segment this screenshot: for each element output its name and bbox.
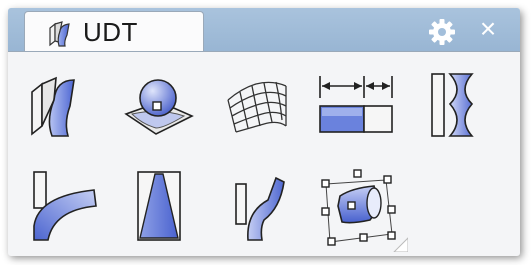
maelstrom-cage-icon[interactable] [312, 160, 409, 253]
tab-bar: UDT × [8, 8, 520, 52]
tool-grid [8, 51, 520, 256]
cage-edit-icon[interactable] [222, 70, 292, 142]
tab-label: UDT [83, 17, 138, 47]
flow-along-curve-icon[interactable] [230, 176, 286, 248]
twist-icon[interactable] [428, 70, 478, 142]
splop-icon[interactable] [120, 68, 196, 140]
flow-along-surface-icon[interactable] [26, 70, 90, 142]
bend-icon[interactable] [30, 170, 100, 242]
udt-toolbar-panel: UDT × [8, 8, 520, 256]
stretch-icon[interactable] [316, 72, 396, 144]
tab-udt[interactable]: UDT [24, 11, 204, 52]
gear-icon[interactable] [428, 18, 456, 46]
udt-twisted-block-icon [45, 19, 75, 49]
close-icon[interactable]: × [473, 14, 503, 44]
taper-icon[interactable] [130, 170, 190, 242]
